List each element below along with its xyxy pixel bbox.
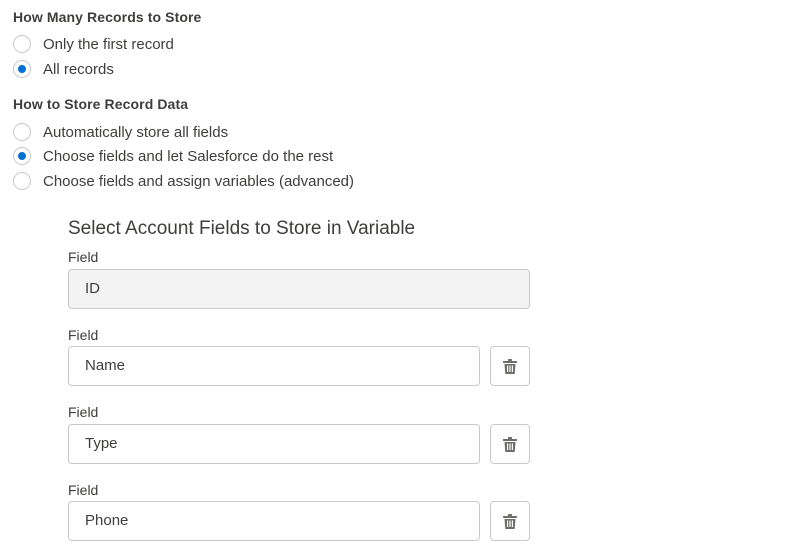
radio-button-selected[interactable] <box>13 147 31 165</box>
radio-label: Only the first record <box>43 35 174 53</box>
trash-icon <box>503 436 517 452</box>
field-label: Field <box>68 482 99 498</box>
radio-label: Choose fields and assign variables (adva… <box>43 172 355 190</box>
radio-button[interactable] <box>13 35 31 53</box>
records-section-title: How Many Records to Store <box>13 9 202 25</box>
storage-section-title: How to Store Record Data <box>13 96 189 112</box>
radio-only-first-record[interactable]: Only the first record <box>13 34 174 54</box>
delete-field-button[interactable] <box>490 346 530 386</box>
field-label: Field <box>68 404 99 420</box>
radio-button[interactable] <box>13 172 31 190</box>
field-label: Field <box>68 249 99 265</box>
radio-choose-fields-assign-variables[interactable]: Choose fields and assign variables (adva… <box>13 171 354 191</box>
field-label: Field <box>68 327 99 343</box>
field-input-phone[interactable]: Phone <box>68 501 480 541</box>
radio-auto-store-all-fields[interactable]: Automatically store all fields <box>13 122 228 142</box>
flow-record-storage-panel: How Many Records to Store Only the first… <box>0 0 812 546</box>
radio-button[interactable] <box>13 123 31 141</box>
radio-label: All records <box>43 60 114 78</box>
delete-field-button[interactable] <box>490 424 530 464</box>
radio-button-selected[interactable] <box>13 60 31 78</box>
radio-label: Automatically store all fields <box>43 123 229 141</box>
fields-panel-heading: Select Account Fields to Store in Variab… <box>68 218 416 239</box>
field-input-name[interactable]: Name <box>68 346 480 386</box>
trash-icon <box>503 513 517 529</box>
field-input-id: ID <box>68 269 530 309</box>
radio-label: Choose fields and let Salesforce do the … <box>43 147 334 165</box>
field-input-type[interactable]: Type <box>68 424 480 464</box>
radio-choose-fields-salesforce[interactable]: Choose fields and let Salesforce do the … <box>13 146 333 166</box>
trash-icon <box>503 358 517 374</box>
delete-field-button[interactable] <box>490 501 530 541</box>
radio-all-records[interactable]: All records <box>13 59 114 79</box>
